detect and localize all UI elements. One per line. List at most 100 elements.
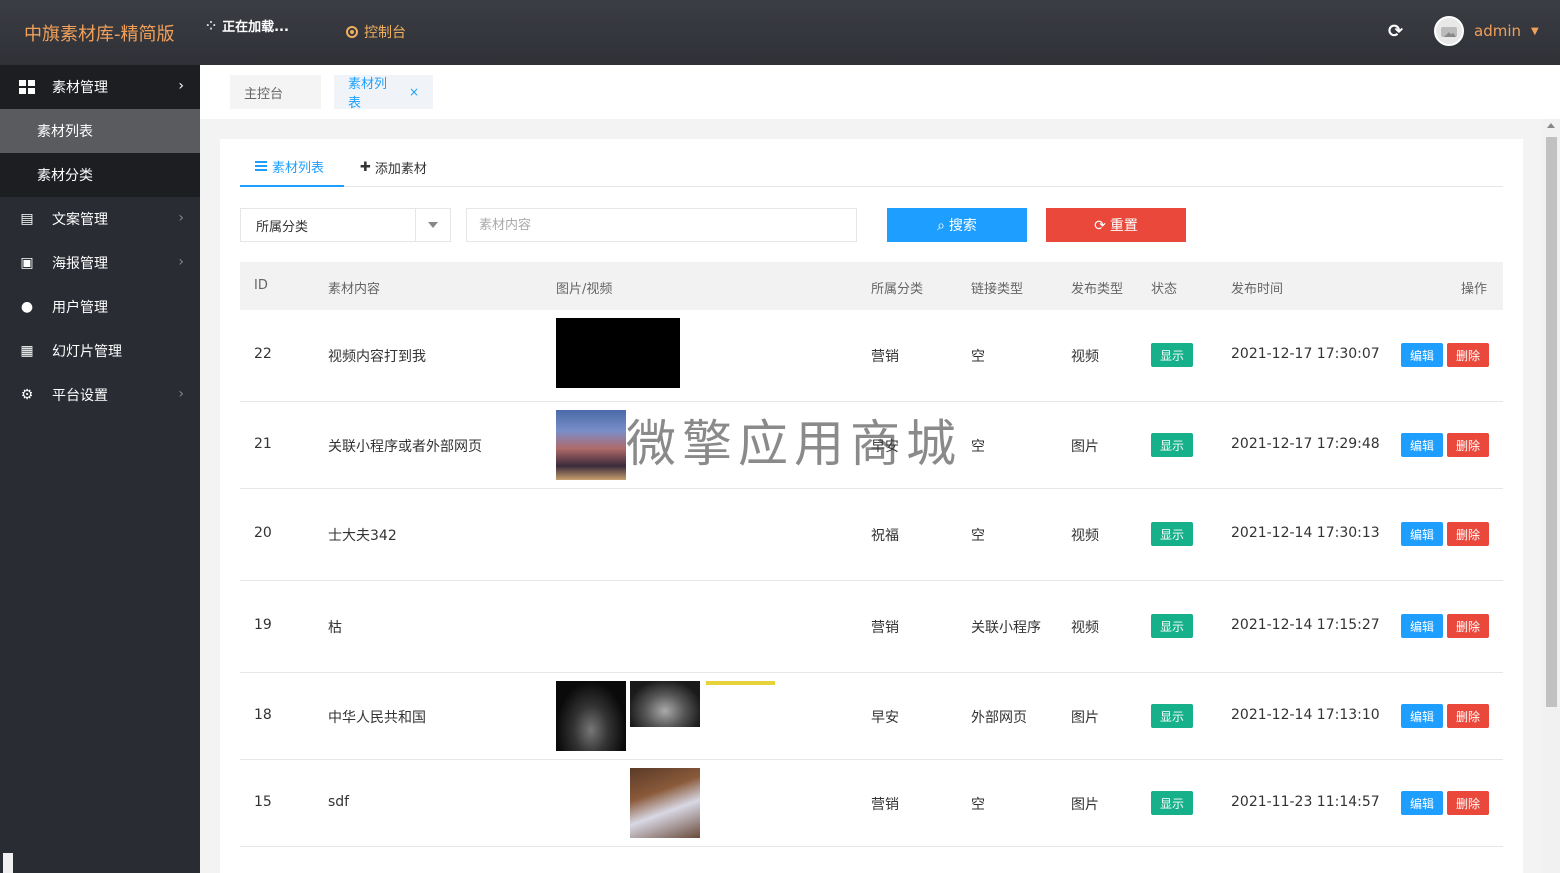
cell-id: 19	[254, 617, 272, 633]
user-menu[interactable]: admin ▼	[1434, 16, 1539, 46]
search-button[interactable]: ⌕ 搜索	[887, 208, 1027, 242]
tab-label: 主控台	[244, 86, 284, 102]
delete-button[interactable]: 删除	[1447, 522, 1489, 546]
cell-category: 营销	[871, 797, 899, 813]
tab-material-list[interactable]: 素材列表 ×	[334, 75, 433, 111]
refresh-icon[interactable]: ⟳	[1388, 21, 1403, 42]
delete-button[interactable]: 删除	[1447, 791, 1489, 815]
chevron-right-icon: ›	[178, 78, 184, 94]
chevron-right-icon: ›	[178, 254, 184, 270]
subtab-label: 素材列表	[272, 160, 325, 176]
cell-content: 中华人民共和国	[328, 710, 426, 726]
sidebar-subitem-material-list[interactable]: 素材列表	[0, 109, 200, 153]
table-row: 22 视频内容打到我 营销 空 视频 显示 2021-12-17 17:30:0…	[240, 310, 1503, 402]
subtab-list[interactable]: 素材列表	[240, 147, 344, 187]
sidebar-item-material[interactable]: 素材管理 ›	[0, 65, 200, 109]
loading-indicator: ⁘ 正在加载...	[206, 16, 289, 36]
status-badge: 显示	[1151, 343, 1193, 367]
video-thumbnail[interactable]	[556, 318, 680, 388]
delete-button[interactable]: 删除	[1447, 433, 1489, 457]
edit-button[interactable]: 编辑	[1401, 791, 1443, 815]
content-search-input[interactable]	[466, 208, 857, 242]
cell-time: 2021-11-23 11:14:57	[1231, 794, 1380, 810]
reset-button[interactable]: ⟳ 重置	[1046, 208, 1186, 242]
cell-time: 2021-12-17 17:29:48	[1231, 436, 1380, 452]
cell-time: 2021-12-17 17:30:07	[1231, 346, 1380, 362]
users-icon: ●	[20, 299, 34, 315]
cell-category: 早安	[871, 710, 899, 726]
status-badge: 显示	[1151, 791, 1193, 815]
scrollbar[interactable]	[1543, 119, 1560, 873]
image-thumbnail[interactable]	[630, 768, 700, 838]
list-icon	[255, 161, 267, 171]
edit-button[interactable]: 编辑	[1401, 343, 1443, 367]
dropdown-arrow-icon[interactable]	[415, 209, 450, 241]
cell-content: sdf	[328, 794, 350, 810]
subtab-label: 添加素材	[374, 161, 427, 177]
delete-button[interactable]: 删除	[1447, 704, 1489, 728]
column-header: 所属分类	[871, 282, 924, 297]
sidebar-item-settings[interactable]: ⚙ 平台设置 ›	[0, 373, 200, 417]
sidebar-subitem-material-category[interactable]: 素材分类	[0, 153, 200, 197]
edit-button[interactable]: 编辑	[1401, 522, 1443, 546]
brand-title: 中旗素材库-精简版	[24, 23, 175, 45]
cell-category: 早安	[871, 439, 899, 455]
tab-home[interactable]: 主控台	[230, 75, 321, 109]
edit-button[interactable]: 编辑	[1401, 433, 1443, 457]
grid-icon	[18, 78, 36, 96]
search-button-label: 搜索	[948, 217, 977, 233]
subtabs: 素材列表 ✚ 添加素材	[240, 147, 1503, 187]
chevron-right-icon: ›	[178, 210, 184, 226]
sidebar-item-users[interactable]: ● 用户管理	[0, 285, 200, 329]
search-icon: ⌕	[937, 216, 945, 233]
sidebar-resize-handle[interactable]	[3, 853, 13, 873]
image-thumbnail[interactable]	[556, 410, 626, 480]
image-thumbnail[interactable]	[556, 681, 626, 751]
image-file-icon: ▣	[20, 255, 34, 271]
gear-icon: ⚙	[20, 387, 34, 403]
sidebar-item-slides[interactable]: ▦ 幻灯片管理	[0, 329, 200, 373]
sidebar-item-label: 文案管理	[52, 212, 108, 228]
cell-link-type: 空	[971, 349, 985, 365]
column-header: 发布时间	[1231, 282, 1284, 297]
sidebar-item-poster[interactable]: ▣ 海报管理 ›	[0, 241, 200, 285]
spinner-icon: ⁘	[206, 18, 217, 33]
cell-link-type: 空	[971, 528, 985, 544]
sidebar-item-label: 平台设置	[52, 388, 108, 404]
delete-button[interactable]: 删除	[1447, 614, 1489, 638]
scrollbar-thumb[interactable]	[1546, 137, 1557, 707]
cell-publish-type: 视频	[1071, 349, 1099, 365]
close-icon[interactable]: ×	[409, 85, 419, 99]
scroll-up-icon[interactable]	[1547, 123, 1555, 128]
status-badge: 显示	[1151, 704, 1193, 728]
category-select-value: 所属分类	[256, 219, 309, 235]
reset-button-label: 重置	[1109, 217, 1138, 233]
table-row: 21 关联小程序或者外部网页 早安 空 图片 显示 2021-12-17 17:…	[240, 402, 1503, 489]
cell-id: 20	[254, 525, 272, 541]
delete-button[interactable]: 删除	[1447, 343, 1489, 367]
cell-link-type: 外部网页	[971, 710, 1027, 726]
table-row: 18 中华人民共和国 早安 外部网页 图片 显示 2021-12-14 17:1…	[240, 673, 1503, 760]
cell-id: 15	[254, 794, 272, 810]
cell-content: 枯	[328, 620, 342, 636]
edit-button[interactable]: 编辑	[1401, 704, 1443, 728]
subtab-add[interactable]: ✚ 添加素材	[360, 147, 427, 187]
chevron-right-icon: ›	[178, 386, 184, 402]
cell-category: 营销	[871, 349, 899, 365]
image-thumbnail[interactable]	[706, 681, 775, 685]
console-link[interactable]: 控制台	[346, 22, 406, 42]
column-header: 状态	[1151, 282, 1178, 297]
table-row: 15 sdf 营销 空 图片 显示 2021-11-23 11:14:57 编辑…	[240, 760, 1503, 847]
cell-category: 祝福	[871, 528, 899, 544]
sidebar-item-label: 海报管理	[52, 256, 108, 272]
page-tabs: 主控台 素材列表 ×	[200, 65, 1560, 119]
content-card: 素材列表 ✚ 添加素材 所属分类 ⌕ 搜索 ⟳ 重置 ID 素材内容 图片/视频…	[220, 139, 1523, 873]
edit-button[interactable]: 编辑	[1401, 614, 1443, 638]
column-header: 链接类型	[971, 282, 1024, 297]
status-badge: 显示	[1151, 433, 1193, 457]
username: admin	[1474, 22, 1521, 40]
sidebar-item-copywriting[interactable]: ▤ 文案管理 ›	[0, 197, 200, 241]
category-select[interactable]: 所属分类	[240, 208, 451, 242]
image-thumbnail[interactable]	[630, 681, 700, 727]
status-badge: 显示	[1151, 614, 1193, 638]
